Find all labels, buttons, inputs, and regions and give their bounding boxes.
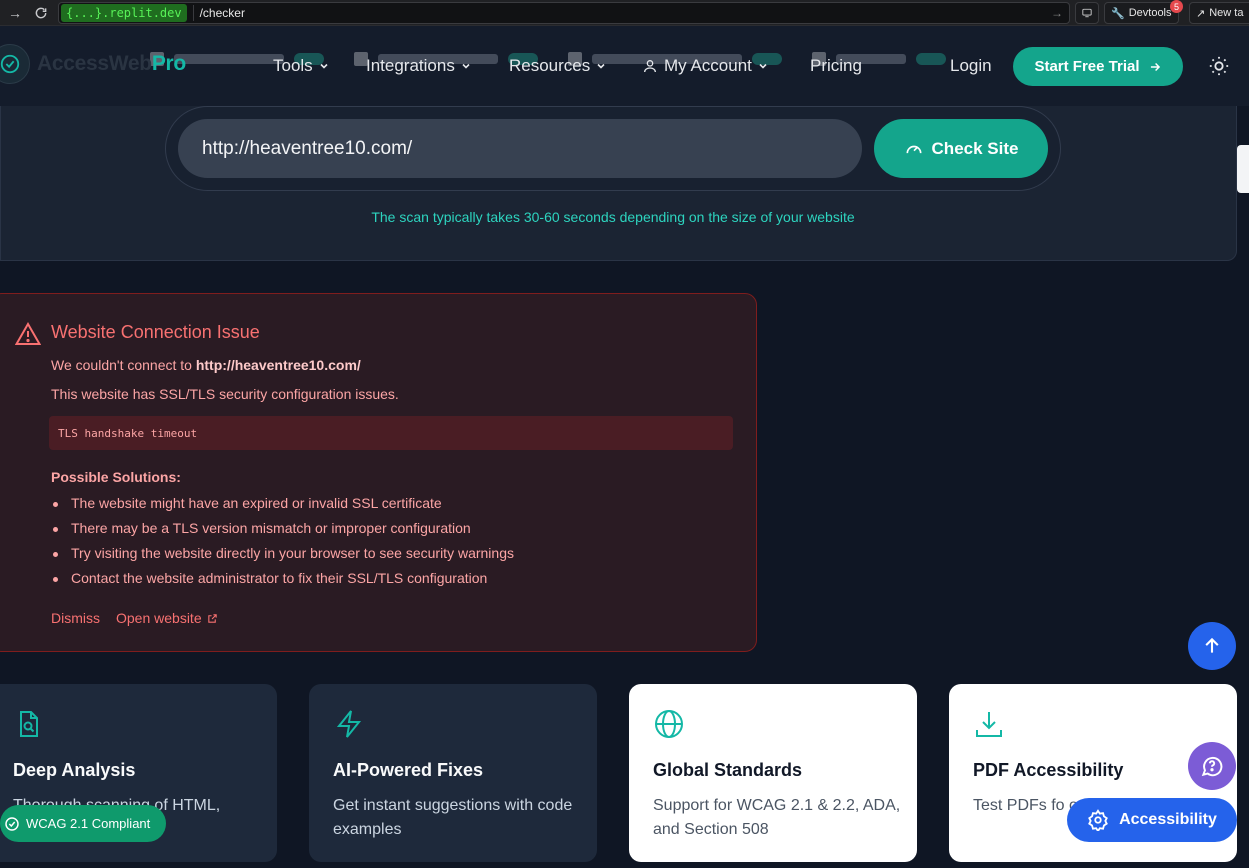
devtools-label: Devtools [1128,7,1172,19]
logo[interactable]: AccessWebPro [0,44,186,84]
new-tab-label: New ta [1209,7,1244,19]
chevron-down-icon [597,63,605,69]
check-site-label: Check Site [931,138,1019,158]
nav-tools-label: Tools [273,56,313,75]
logo-accent: Pro [151,52,186,75]
browser-toolbar: → {...}.replit.dev /checker → 🔧 Devtools… [0,0,1249,26]
arrow-right-icon [1150,62,1160,71]
download-icon [976,712,1002,737]
open-website-link[interactable]: Open website [116,610,218,626]
url-path: /checker [199,6,245,20]
chevron-down-icon [462,63,470,69]
nav-resources[interactable]: Resources [509,53,606,79]
wcag-label: WCAG 2.1 Compliant [26,816,151,831]
accessibility-label: Accessibility [1119,811,1217,828]
warning-triangle-icon [15,322,41,345]
solutions-title: Possible Solutions: [51,469,181,485]
dismiss-button[interactable]: Dismiss [51,610,100,626]
feature-title: AI-Powered Fixes [333,760,484,780]
error-detail: This website has SSL/TLS security config… [51,386,399,402]
arrow-up-icon [1205,637,1219,653]
address-bar[interactable]: {...}.replit.dev /checker → [58,2,1070,24]
nav-my-account-label: My Account [664,56,752,75]
scan-note: The scan typically takes 30-60 seconds d… [371,209,855,225]
login-link[interactable]: Login [950,56,992,76]
error-message: We couldn't connect to http://heaventree… [51,357,361,373]
globe-icon [655,710,683,738]
forward-icon[interactable]: → [4,2,26,24]
gear-icon [1088,809,1108,831]
error-title: Website Connection Issue [51,322,260,342]
devtools-badge: 5 [1170,0,1183,13]
nav-pricing[interactable]: Pricing [810,53,862,79]
wrench-icon: 🔧 [1111,7,1125,20]
url-separator [192,5,194,21]
start-free-trial-button[interactable]: Start Free Trial [1013,47,1183,86]
error-url: http://heaventree10.com/ [195,357,361,373]
accessibility-button[interactable]: Accessibility [1067,798,1237,842]
external-link-icon: ↗ [1196,7,1206,20]
chevron-down-icon [320,63,328,69]
reload-icon[interactable] [30,2,52,24]
nav-integrations[interactable]: Integrations [366,53,471,79]
nav-resources-label: Resources [509,56,591,75]
feature-title: Deep Analysis [13,760,136,780]
devtools-button[interactable]: 🔧 Devtools [1104,2,1179,24]
sun-icon[interactable] [1208,55,1230,77]
feature-title: PDF Accessibility [973,760,1124,780]
nav-integrations-label: Integrations [366,56,455,75]
solutions-list: The website might have an expired or inv… [51,495,514,595]
url-host: {...}.replit.dev [61,4,187,22]
bolt-icon [336,710,362,738]
check-circle-icon [5,816,19,831]
feature-card-global-standards: Global Standards Support for WCAG 2.1 & … [629,684,917,862]
feature-title: Global Standards [653,760,803,780]
list-item: Contact the website administrator to fix… [51,570,514,595]
screen-icon[interactable] [1075,2,1099,24]
feature-card-ai-fixes: AI-Powered Fixes Get instant suggestions… [309,684,597,862]
nav-tools[interactable]: Tools [273,53,329,79]
chevron-down-icon [759,63,767,69]
list-item: The website might have an expired or inv… [51,495,514,520]
feature-desc: Support for WCAG 2.1 & 2.2, ADA, and Sec… [653,797,901,838]
feature-desc: Get instant suggestions with code exampl… [333,797,573,838]
url-input[interactable] [178,119,862,178]
logo-text: AccessWebPro [37,52,186,75]
file-search-icon [20,711,38,737]
scroll-to-top-button[interactable] [1188,622,1236,670]
connection-error-card: Website Connection Issue We couldn't con… [0,293,757,652]
new-tab-button[interactable]: ↗ New ta [1189,2,1249,24]
error-code: TLS handshake timeout [49,416,733,450]
side-panel-edge [1237,145,1249,193]
wcag-compliance-badge[interactable]: WCAG 2.1 Compliant [0,805,166,842]
nav-my-account[interactable]: My Account [642,53,768,79]
logo-check-icon [0,44,30,84]
list-item: There may be a TLS version mismatch or i… [51,520,514,545]
user-icon [644,60,656,73]
nav-pricing-label: Pricing [810,56,862,75]
chat-question-icon [1201,756,1223,777]
external-link-icon [207,613,217,623]
error-actions: Dismiss Open website [51,610,218,626]
gauge-icon [906,145,922,153]
list-item: Try visiting the website directly in you… [51,545,514,570]
check-site-button[interactable]: Check Site [874,119,1048,178]
help-chat-button[interactable] [1188,742,1236,790]
open-website-label: Open website [116,610,202,626]
go-arrow-icon[interactable]: → [1051,6,1063,20]
trial-label: Start Free Trial [1034,58,1140,75]
